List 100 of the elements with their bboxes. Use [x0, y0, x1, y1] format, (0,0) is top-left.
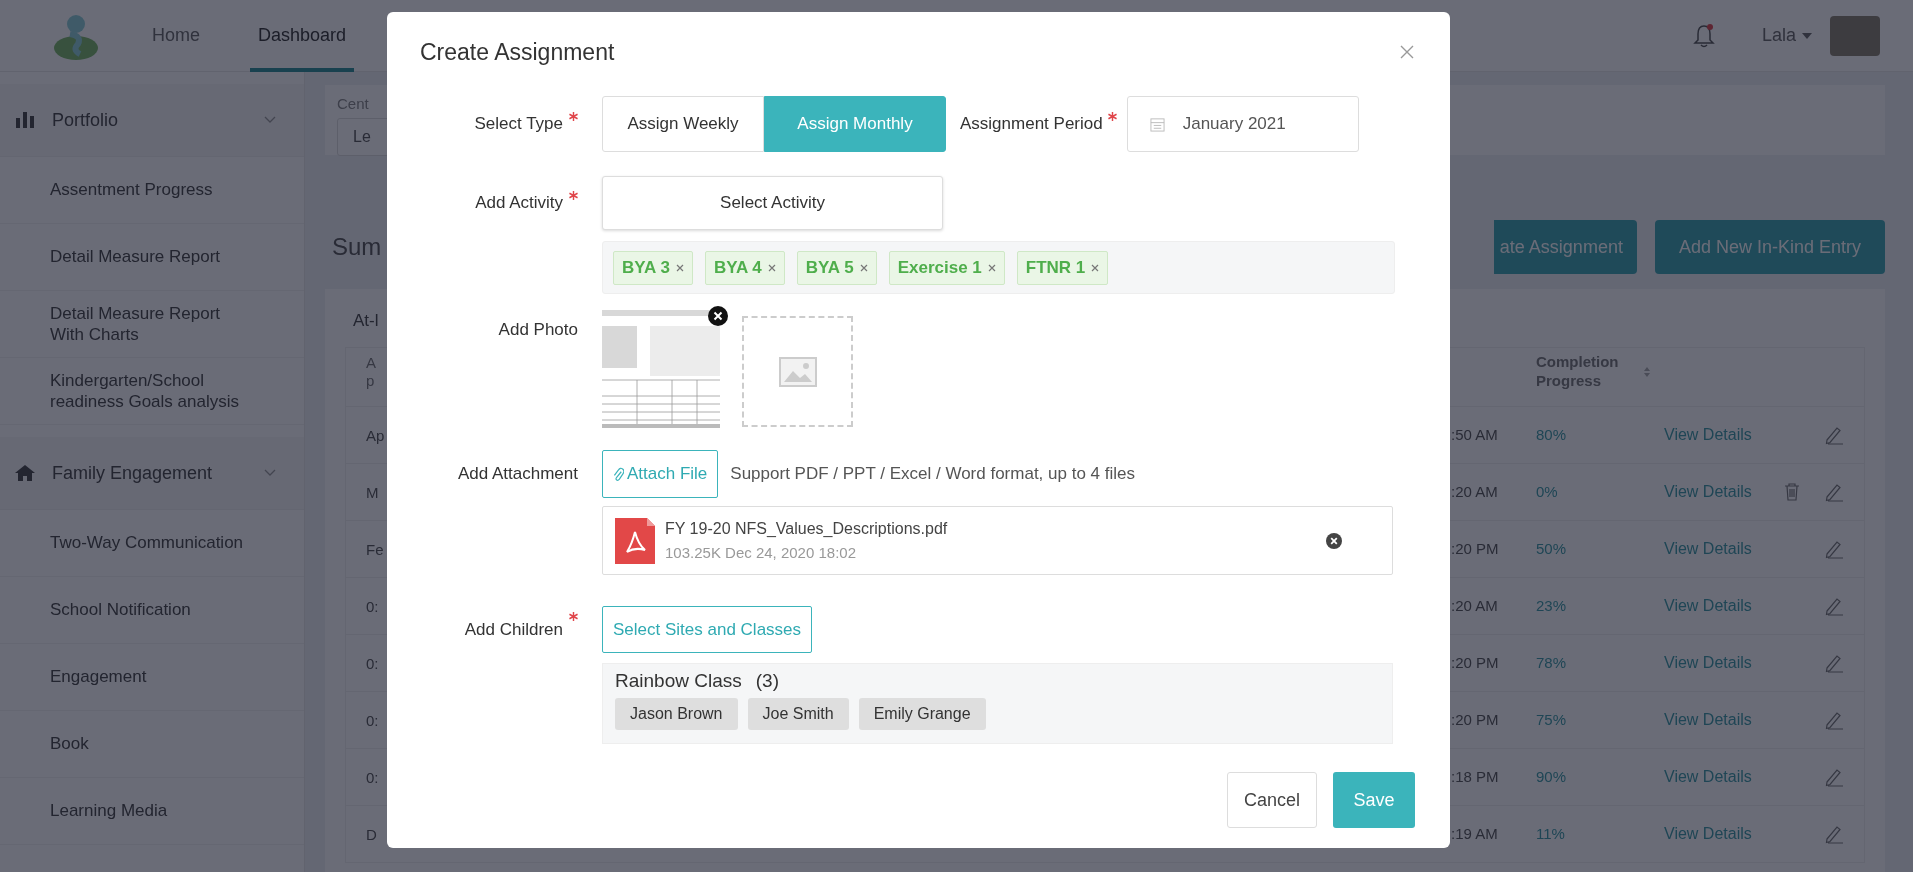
activity-tag[interactable]: BYA 5	[796, 250, 877, 285]
sidebar-item[interactable]: Detail Measure Report	[0, 224, 304, 291]
view-details-link[interactable]: View Details	[1664, 654, 1752, 671]
activity-tag[interactable]: BYA 3	[613, 250, 693, 285]
table-cell: :20 AM	[1451, 597, 1498, 614]
select-activity-button[interactable]: Select Activity	[602, 176, 943, 230]
sidebar-item[interactable]: Two-Way Communication	[0, 510, 304, 577]
close-icon[interactable]	[767, 263, 776, 272]
sidebar-item[interactable]: Book	[0, 711, 304, 778]
calendar-icon	[1149, 116, 1165, 132]
save-button[interactable]: Save	[1333, 772, 1415, 828]
sidebar-item[interactable]: Engagement	[0, 644, 304, 711]
cancel-button[interactable]: Cancel	[1227, 772, 1317, 828]
table-cell: Ap	[366, 426, 385, 444]
progress-text: 90%	[1536, 768, 1567, 785]
pdf-icon	[615, 517, 655, 564]
nav-tab[interactable]: Home	[144, 0, 208, 72]
pencil-icon[interactable]	[1824, 539, 1844, 559]
sidebar-item[interactable]: Learning Media	[0, 778, 304, 845]
view-details-link[interactable]: View Details	[1664, 768, 1752, 785]
sort-icon[interactable]	[1644, 366, 1650, 377]
field-label: Add Photo	[498, 320, 578, 340]
field-label: Add Attachment	[457, 464, 578, 484]
date-field[interactable]: January 2021	[1126, 96, 1359, 152]
section-title: Sum	[332, 233, 382, 261]
field-label: Add Activity	[475, 193, 563, 213]
pencil-icon[interactable]	[1824, 653, 1844, 673]
type-option[interactable]: Assign Weekly	[602, 96, 764, 152]
select-sites-button[interactable]: Select Sites and Classes	[602, 606, 813, 653]
table-cell: 0:	[366, 597, 379, 615]
close-icon[interactable]	[987, 263, 996, 272]
close-icon[interactable]	[859, 263, 868, 272]
close-icon[interactable]	[1400, 45, 1414, 59]
table-cell: :20 PM	[1451, 711, 1499, 728]
pencil-icon[interactable]	[1824, 824, 1844, 844]
table-cell: 0:	[366, 768, 379, 786]
close-icon[interactable]	[675, 263, 684, 272]
close-icon[interactable]	[1091, 263, 1100, 272]
progress-text: 50%	[1536, 540, 1567, 557]
pencil-icon[interactable]	[1824, 425, 1844, 445]
view-details-link[interactable]: View Details	[1664, 825, 1752, 842]
view-details-link[interactable]: View Details	[1664, 597, 1752, 614]
view-details-link[interactable]: View Details	[1664, 711, 1752, 728]
activity-tag[interactable]: FTNR 1	[1016, 250, 1109, 285]
remove-icon[interactable]	[708, 306, 728, 326]
class-count: (3)	[755, 670, 779, 692]
pencil-icon[interactable]	[1824, 710, 1844, 730]
progress-text: 11%	[1536, 825, 1565, 842]
class-name: Rainbow Class	[615, 670, 742, 692]
user-menu[interactable]: Lala	[1761, 25, 1812, 46]
remove-icon[interactable]	[1326, 532, 1342, 549]
field-label: Assignment Period	[960, 114, 1103, 134]
child-chip[interactable]: Emily Grange	[858, 698, 986, 730]
sidebar-item[interactable]: Kindergarten/School readiness Goals analysis	[0, 358, 304, 425]
field-label: Add Children	[464, 619, 563, 640]
sidebar-item[interactable]: School Notification	[0, 577, 304, 644]
child-chip[interactable]: Jason Brown	[615, 698, 738, 730]
attach-file-button[interactable]: Attach File	[602, 450, 719, 498]
type-option[interactable]: Assign Monthly	[764, 96, 946, 152]
table-cell: :20 PM	[1451, 654, 1499, 671]
view-details-link[interactable]: View Details	[1664, 483, 1752, 500]
pencil-icon[interactable]	[1824, 767, 1844, 787]
progress-text: 23%	[1536, 597, 1567, 614]
table-cell: :50 AM	[1451, 426, 1498, 443]
modal-title: Create Assignment	[420, 38, 615, 66]
avatar-placeholder[interactable]	[1830, 15, 1880, 56]
home-icon	[14, 465, 36, 481]
chevron-icon[interactable]	[264, 116, 276, 124]
add-entry-button[interactable]: Add New In-Kind Entry	[1654, 220, 1885, 274]
table-cell: 0:	[366, 654, 379, 672]
assignment-button[interactable]: ate Assignment	[1493, 220, 1637, 274]
view-details-link[interactable]: View Details	[1664, 426, 1752, 443]
table-cell: :20 AM	[1451, 483, 1498, 500]
pencil-icon[interactable]	[1824, 596, 1844, 616]
sidebar-item[interactable]: Detail Measure Report With Charts	[0, 291, 304, 358]
photo-upload-slot[interactable]	[742, 316, 853, 427]
image-icon	[778, 356, 817, 387]
sidebar-item[interactable]: Assentment Progress	[0, 157, 304, 224]
progress-text: 80%	[1536, 426, 1567, 443]
card-title: At-l	[352, 311, 379, 331]
table-cell: :18 PM	[1451, 768, 1499, 785]
activity-tag[interactable]: Exercise 1	[888, 250, 1005, 285]
file-name: FY 19-20 NFS_Values_Descriptions.pdf	[665, 520, 949, 538]
paperclip-icon	[613, 466, 624, 482]
table-cell: 0:	[366, 711, 379, 729]
activity-tag[interactable]: BYA 4	[704, 250, 785, 285]
pencil-icon[interactable]	[1824, 482, 1844, 502]
bar-chart-icon	[14, 112, 36, 128]
table-cell: D	[366, 825, 377, 843]
table-cell: M	[366, 483, 379, 501]
caret-icon[interactable]	[1802, 32, 1812, 39]
child-chip[interactable]: Joe Smith	[747, 698, 849, 730]
view-details-link[interactable]: View Details	[1664, 540, 1752, 557]
progress-text: 75%	[1536, 711, 1567, 728]
table-cell: :19 AM	[1451, 825, 1498, 842]
bell-icon[interactable]	[1691, 22, 1716, 49]
trash-icon[interactable]	[1784, 483, 1800, 501]
chevron-icon[interactable]	[264, 469, 276, 477]
table-cell: :20 PM	[1451, 540, 1499, 557]
progress-text: 0%	[1536, 483, 1558, 500]
